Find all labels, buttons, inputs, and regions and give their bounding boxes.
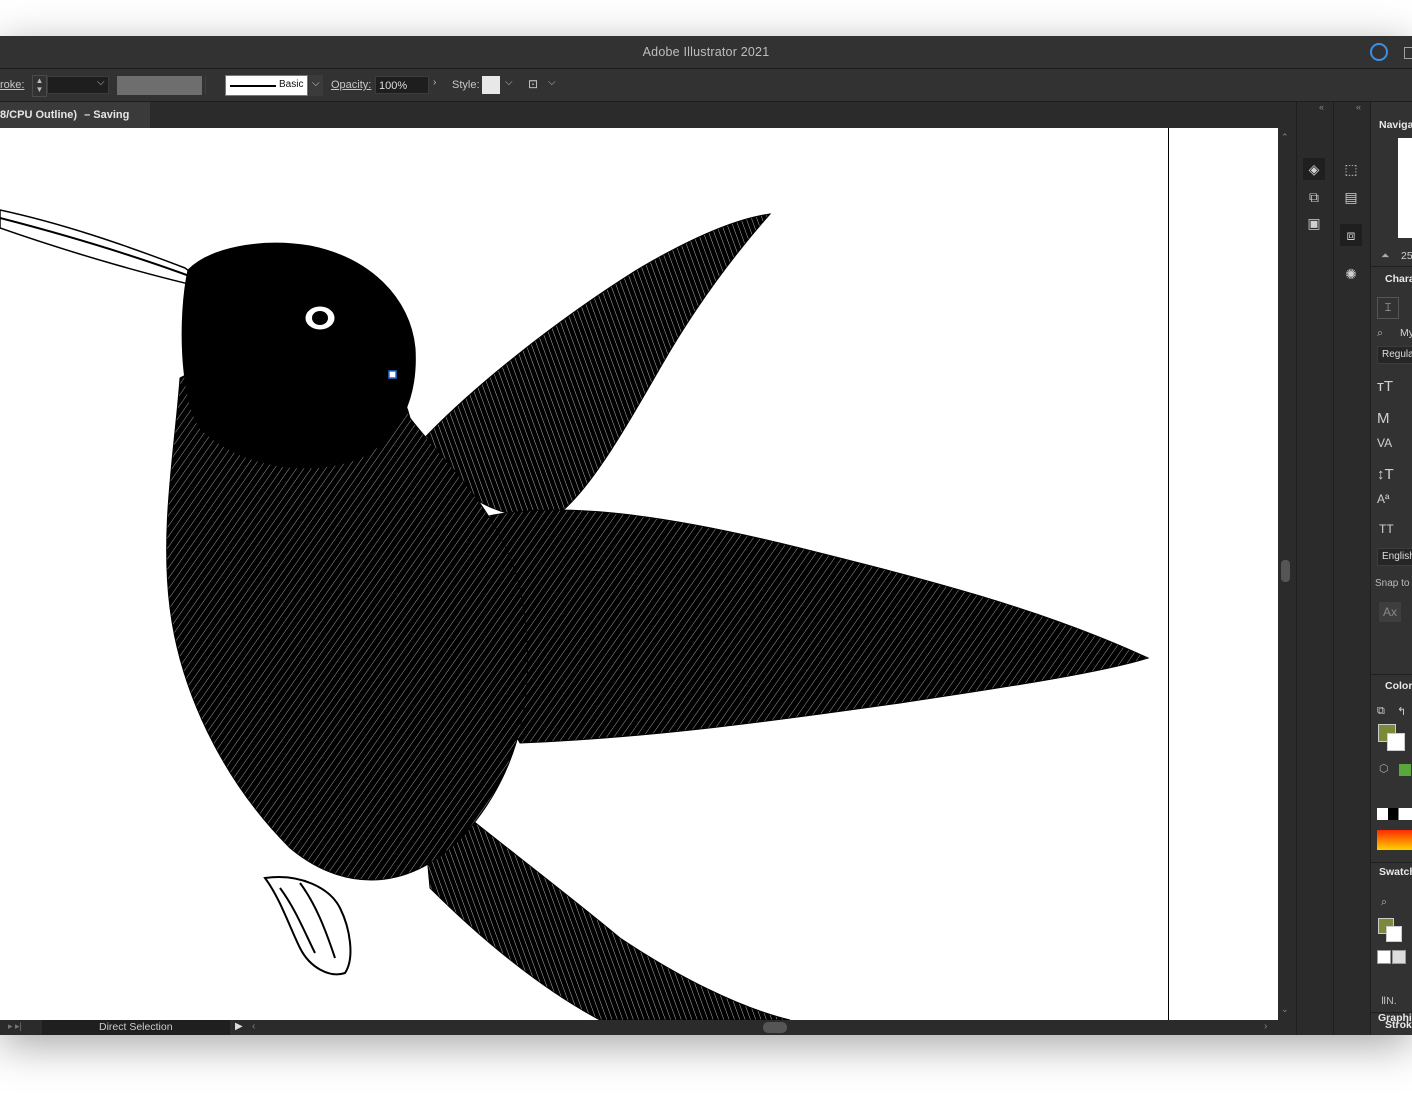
font-style-select[interactable]: Regula [1377,346,1412,364]
scroll-thumb[interactable] [1281,560,1290,582]
illustrator-window: Adobe Illustrator 2021 roke: ▲ ▼ ⌵ Basic … [0,36,1412,1035]
snap-to-glyph-icon[interactable]: Ax [1379,602,1401,622]
all-caps-icon[interactable]: TT [1379,522,1394,536]
appearance-icon[interactable]: ✺ [1340,263,1362,285]
baseline-shift-icon: Aª [1377,492,1390,506]
style-dropdown-icon[interactable]: ⌵ [505,77,513,88]
navigator-zoom[interactable]: 25 [1401,250,1412,262]
panel-toggle-icon[interactable] [1404,47,1412,59]
variable-width-dropdown[interactable] [205,75,220,95]
character-panel-title[interactable]: Chara [1385,273,1412,285]
stroke-weight-dropdown-icon[interactable]: ⌵ [97,77,105,88]
title-bar: Adobe Illustrator 2021 [0,36,1412,69]
chevron-down-icon: ⌵ [312,78,320,89]
language-select[interactable]: English [1377,548,1412,566]
recolor-artwork-icon[interactable]: ⊡ [528,77,542,91]
graphic-style-swatch[interactable] [482,76,500,94]
canvas-area[interactable] [0,128,1278,1020]
window-title: Adobe Illustrator 2021 [642,45,770,59]
opacity-input[interactable]: 100% [375,76,429,94]
brush-profile-label: Basic [279,79,304,90]
feet [263,876,352,976]
beak [0,209,216,291]
stroke-label: roke: [0,79,25,91]
brush-stroke-preview [230,85,276,87]
horizontal-scroll-thumb[interactable] [763,1022,787,1033]
brush-dropdown[interactable]: ⌵ [309,75,323,96]
font-family-input[interactable]: My [1400,327,1412,339]
scroll-left-icon[interactable]: ‹ [252,1021,255,1032]
scroll-right-icon[interactable]: › [1264,1021,1267,1032]
vertical-scrollbar[interactable]: ⌃ ⌄ [1278,128,1294,1020]
zoom-out-icon[interactable]: ⏶ [1381,250,1389,263]
separator [1371,266,1412,267]
opacity-label[interactable]: Opacity: [331,69,371,101]
align-icon[interactable]: ▤ [1340,186,1362,208]
document-tab-strip: 8/CPU Outline) – Saving 99% [0,102,1296,147]
status-field[interactable]: Direct Selection [42,1020,230,1035]
swatch-libraries-icon[interactable]: ⅡN. [1381,995,1397,1007]
pathfinder-icon[interactable]: ⧈ [1340,224,1362,246]
none-black-white-swatches[interactable] [1377,808,1412,820]
brush-definition-box[interactable]: Basic [225,75,308,96]
right-panel: Naviga ⏶ 25 Chara ⌶ ⌕ My Regula ᴛT M VA … [1370,102,1412,1035]
panel-dock-2: « ⬚ ▤ ⧈ ✺ [1333,102,1370,1035]
recolor-dropdown-icon[interactable]: ⌵ [548,77,556,88]
swatch-none[interactable] [1377,950,1391,964]
document-tab[interactable]: 8/CPU Outline) – Saving 99% [0,102,150,147]
separator [1371,862,1412,863]
creative-cloud-icon[interactable] [1370,43,1388,61]
status-bar: ▸ ▸| Direct Selection ▶ ‹ › [0,1020,1278,1035]
swatches-panel-title[interactable]: Swatch [1379,866,1412,878]
artboard[interactable] [0,128,1278,1020]
variable-width-profile[interactable] [117,76,202,95]
navigator-panel-title[interactable]: Naviga [1379,119,1412,131]
control-bar: roke: ▲ ▼ ⌵ Basic ⌵ Opacity: 100% › Style… [0,69,1412,102]
layers-icon[interactable]: ◈ [1303,158,1325,180]
tracking-icon: VA [1377,436,1393,450]
next-artboard-icon[interactable]: ▸ ▸| [8,1021,22,1032]
libraries-icon[interactable]: ▣ [1303,212,1325,234]
touch-type-icon[interactable]: ⌶ [1377,297,1399,319]
out-of-gamut-icon[interactable]: ⬡ [1379,762,1389,775]
graphic-styles-panel-title[interactable]: Graphi [1378,1012,1412,1024]
anchor-point[interactable] [388,370,397,379]
head [181,242,416,469]
stroke-weight-stepper[interactable]: ▲ ▼ [32,75,47,97]
opacity-expand-icon[interactable]: › [433,77,436,88]
separator [1371,674,1412,675]
font-search-icon[interactable]: ⌕ [1377,327,1383,340]
navigator-preview[interactable] [1398,138,1412,238]
color-spectrum[interactable] [1377,830,1412,850]
swatch-registration[interactable] [1392,950,1406,964]
artboards-icon[interactable]: ⧉ [1303,186,1325,208]
lower-wing [476,509,1150,744]
default-colors-icon[interactable]: ⧉ [1377,705,1385,718]
style-label: Style: [452,79,480,91]
swap-colors-icon[interactable]: ↰ [1397,705,1406,718]
artboard-edge [1168,128,1169,1020]
document-tab-title: 8/CPU Outline) [0,109,78,121]
kerning-icon: M [1377,410,1390,427]
panel-dock-1: « ◈ ⧉ ▣ [1296,102,1333,1035]
font-size-icon: ᴛT [1377,378,1394,395]
upper-wing [414,213,772,518]
scroll-up-icon[interactable]: ⌃ [1281,132,1289,143]
collapse-dock-icon[interactable]: « [1356,102,1361,112]
collapse-dock-icon[interactable]: « [1319,102,1324,112]
status-menu-icon[interactable]: ▶ [235,1021,243,1032]
color-panel-title[interactable]: Color [1385,680,1412,692]
swatch-search-icon[interactable]: ⌕ [1381,896,1387,909]
swatch-stroke[interactable] [1386,926,1402,942]
transform-icon[interactable]: ⬚ [1340,158,1362,180]
stroke-swatch[interactable] [1387,733,1405,751]
color-accent-swatch[interactable] [1399,764,1411,776]
scroll-down-icon[interactable]: ⌄ [1281,1004,1289,1015]
current-tool-status: Direct Selection [99,1021,173,1033]
hummingbird-artwork[interactable] [0,128,1278,1020]
snap-to-label: Snap to [1375,578,1410,589]
vertical-scale-icon: ↕T [1377,466,1394,483]
